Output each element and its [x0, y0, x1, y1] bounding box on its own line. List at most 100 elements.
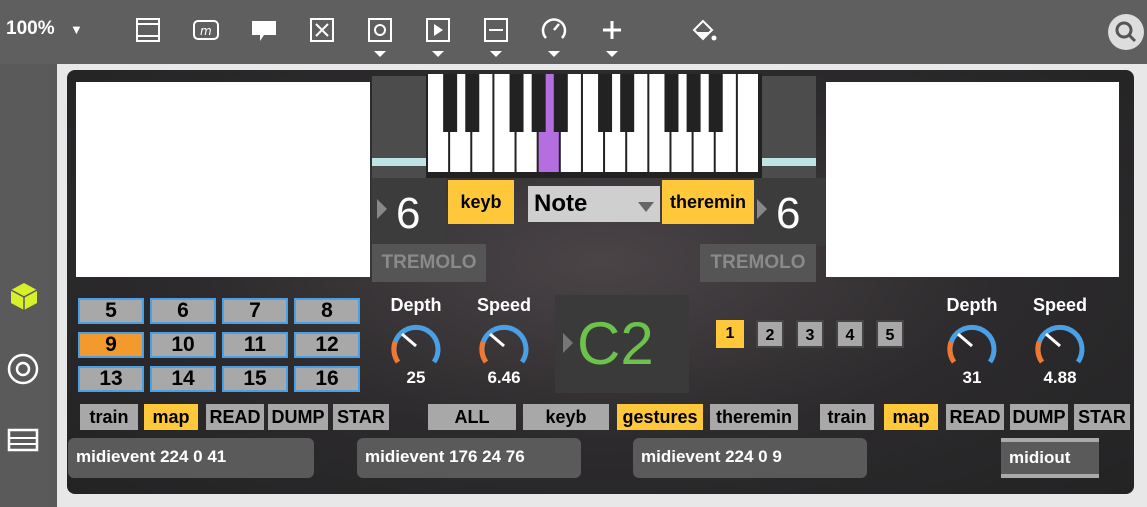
chevron-down-icon[interactable] [490, 51, 502, 57]
note-display[interactable]: C2 [555, 295, 689, 393]
left-display[interactable] [76, 82, 370, 277]
black-key[interactable] [509, 74, 524, 132]
monitor-icon[interactable] [6, 426, 40, 456]
knob-speed[interactable] [476, 318, 532, 370]
piano-keyboard[interactable] [426, 74, 762, 178]
slider-handle[interactable] [762, 158, 816, 166]
chevron-down-icon[interactable] [548, 51, 560, 57]
preset-button-1[interactable]: 1 [716, 320, 744, 348]
button-icon[interactable] [366, 16, 394, 44]
right-display[interactable] [826, 82, 1119, 277]
read-button-left[interactable]: READ [206, 404, 264, 430]
chevron-down-icon[interactable] [374, 51, 386, 57]
search-icon [1115, 21, 1137, 43]
paint-bucket-icon[interactable] [690, 16, 718, 44]
black-key[interactable] [686, 74, 701, 132]
theremin-button[interactable]: theremin [710, 404, 798, 430]
right-slider[interactable] [762, 76, 816, 178]
grid-cell-7[interactable]: 7 [222, 298, 288, 324]
preset-button-4[interactable]: 4 [836, 320, 864, 348]
cube-icon[interactable] [8, 280, 40, 312]
dump-button-right[interactable]: DUMP [1010, 404, 1068, 430]
right-number-box[interactable]: 6 [752, 178, 826, 246]
gestures-button[interactable]: gestures [617, 404, 703, 430]
black-key[interactable] [465, 74, 480, 132]
grid-cell-9[interactable]: 9 [78, 332, 144, 358]
chevron-down-icon[interactable]: ▼ [70, 22, 83, 37]
midiout-object[interactable]: midiout [1001, 438, 1099, 478]
playbar-icon[interactable] [424, 16, 452, 44]
left-number-box[interactable]: 6 [372, 178, 446, 246]
comment-icon[interactable] [250, 16, 278, 44]
black-key[interactable] [708, 74, 723, 132]
knob-value-speed: 6.46 [487, 368, 521, 387]
chevron-down-icon[interactable] [606, 51, 618, 57]
all-button[interactable]: ALL [428, 404, 516, 430]
slider-icon[interactable] [482, 16, 510, 44]
preset-button-3[interactable]: 3 [796, 320, 824, 348]
presentation-icon[interactable] [134, 16, 162, 44]
tremolo-right-button[interactable]: TREMOLO [700, 244, 816, 282]
read-button-right[interactable]: READ [946, 404, 1004, 430]
right-number-value: 6 [776, 189, 801, 238]
chevron-down-icon[interactable] [432, 51, 444, 57]
black-key[interactable] [598, 74, 613, 132]
note-display-value: C2 [577, 310, 654, 377]
message-icon[interactable]: m [192, 16, 220, 44]
triangle-icon [563, 333, 573, 353]
dump-button-left[interactable]: DUMP [268, 404, 328, 430]
keyb-button[interactable]: keyb [523, 404, 609, 430]
train-button-left[interactable]: train [80, 404, 138, 430]
grid-cell-5[interactable]: 5 [78, 298, 144, 324]
keyb-toggle[interactable]: keyb [448, 180, 514, 224]
tremolo-left-button[interactable]: TREMOLO [372, 244, 486, 282]
knob-speed[interactable] [1032, 318, 1088, 370]
white-key[interactable] [737, 74, 758, 172]
knob-value-depth: 31 [962, 368, 982, 387]
black-key[interactable] [620, 74, 635, 132]
star-button-right[interactable]: STAR [1074, 404, 1130, 430]
triangle-icon [377, 199, 387, 219]
theremin-toggle[interactable]: theremin [662, 180, 754, 224]
black-key[interactable] [553, 74, 568, 132]
knob-label-depth: Depth [946, 295, 998, 315]
grid-cell-11[interactable]: 11 [222, 332, 288, 358]
add-icon[interactable] [598, 16, 626, 44]
star-button-left[interactable]: STAR [333, 404, 389, 430]
note-menu[interactable]: Note [528, 186, 660, 222]
map-button-left[interactable]: map [144, 404, 198, 430]
grid-cell-13[interactable]: 13 [78, 366, 144, 392]
toolbar: 100% ▼ m [0, 0, 1147, 64]
midievent-message-2[interactable]: midievent 176 24 76 [357, 438, 581, 478]
chevron-down-icon [638, 202, 654, 212]
black-key[interactable] [443, 74, 458, 132]
black-key[interactable] [531, 74, 546, 132]
toggle-icon[interactable] [308, 16, 336, 44]
knob-depth[interactable] [944, 318, 1000, 370]
preset-button-2[interactable]: 2 [756, 320, 784, 348]
left-sidebar [0, 64, 48, 507]
zoom-level[interactable]: 100% [6, 18, 55, 40]
target-icon[interactable] [6, 352, 40, 386]
search-button[interactable] [1108, 14, 1144, 50]
grid-cell-14[interactable]: 14 [150, 366, 216, 392]
black-key[interactable] [664, 74, 679, 132]
grid-cell-15[interactable]: 15 [222, 366, 288, 392]
left-slider[interactable] [372, 76, 426, 178]
train-button-right[interactable]: train [820, 404, 874, 430]
grid-cell-12[interactable]: 12 [294, 332, 360, 358]
knob-value-speed: 4.88 [1043, 368, 1077, 387]
preset-button-5[interactable]: 5 [876, 320, 904, 348]
svg-text:m: m [200, 24, 212, 38]
dial-icon[interactable] [540, 16, 568, 44]
knob-depth[interactable] [388, 318, 444, 370]
grid-cell-16[interactable]: 16 [294, 366, 360, 392]
knob-label-speed: Speed [1032, 295, 1088, 315]
slider-handle[interactable] [372, 158, 426, 166]
midievent-message-3[interactable]: midievent 224 0 9 [633, 438, 867, 478]
midievent-message-1[interactable]: midievent 224 0 41 [68, 438, 314, 478]
grid-cell-6[interactable]: 6 [150, 298, 216, 324]
grid-cell-10[interactable]: 10 [150, 332, 216, 358]
grid-cell-8[interactable]: 8 [294, 298, 360, 324]
map-button-right[interactable]: map [884, 404, 938, 430]
